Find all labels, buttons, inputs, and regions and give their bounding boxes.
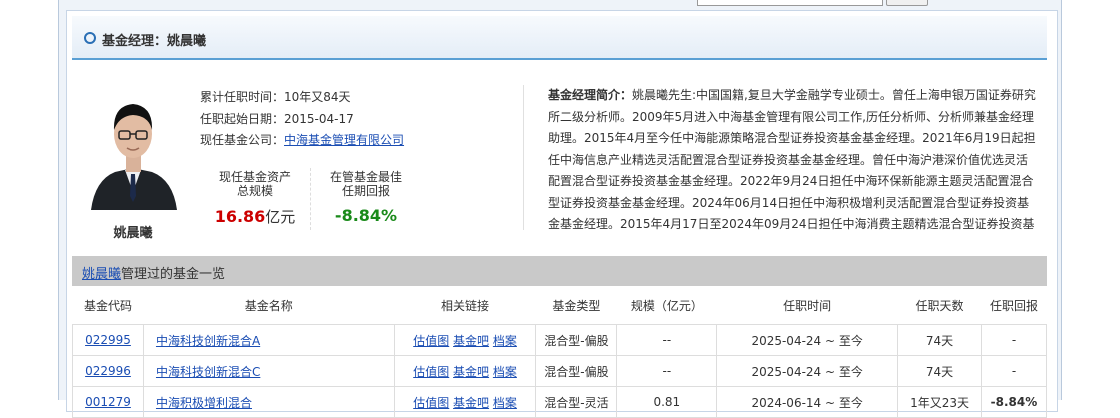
fund-profile-link[interactable]: 档案 [493, 334, 517, 348]
company-link[interactable]: 中海基金管理有限公司 [284, 133, 404, 147]
fund-return: -8.84% [980, 386, 1048, 418]
valuation-chart-link[interactable]: 估值图 [413, 334, 449, 348]
fund-profile-link[interactable]: 档案 [493, 396, 517, 410]
panel-header: 基金经理：姚晨曦 [72, 16, 1047, 60]
circle-bullet-icon [84, 32, 96, 44]
assets-stat: 现任基金资产 总规模 16.86亿元 [210, 170, 300, 227]
fund-return: - [980, 355, 1048, 387]
company-label: 现任基金公司： [200, 133, 285, 147]
col-header-days[interactable]: 任职天数 [897, 287, 982, 325]
valuation-chart-link[interactable]: 估值图 [413, 365, 449, 379]
assets-label-2: 总规模 [236, 184, 273, 198]
fund-type: 混合型-偏股 [535, 324, 618, 356]
best-label-1: 在管基金最佳 [329, 170, 402, 184]
fund-table: 基金代码 基金名称 相关链接 基金类型 规模（亿元） 任职时间 任职天数 任职回… [72, 287, 1048, 418]
manager-photo [89, 88, 178, 210]
fund-days: 74天 [897, 324, 982, 356]
table-header-row: 基金代码 基金名称 相关链接 基金类型 规模（亿元） 任职时间 任职天数 任职回… [72, 287, 1047, 325]
fund-days: 1年又23天 [897, 386, 982, 418]
best-label-2: 任期回报 [341, 184, 390, 198]
fund-days: 74天 [897, 355, 982, 387]
fund-code-link[interactable]: 022996 [85, 364, 131, 378]
fund-name-link[interactable]: 中海科技创新混合C [156, 365, 260, 379]
bio-label: 基金经理简介： [548, 88, 633, 102]
table-row: 022996 中海科技创新混合C 估值图 基金吧 档案 混合型-偏股 -- 20… [72, 355, 1048, 387]
fund-scale: -- [616, 355, 718, 387]
col-header-period[interactable]: 任职时间 [716, 287, 898, 325]
fund-period: 2025-04-24 ~ 至今 [716, 324, 899, 356]
fund-type: 混合型-偏股 [535, 355, 618, 387]
tenure-total: 累计任职时间：10年又84天 [200, 90, 351, 104]
best-return-stat: 在管基金最佳 任期回报 -8.84% [322, 170, 410, 225]
valuation-chart-link[interactable]: 估值图 [413, 396, 449, 410]
fund-name-link[interactable]: 中海积极增利混合 [156, 396, 252, 410]
col-header-code[interactable]: 基金代码 [72, 287, 144, 325]
bio-divider [523, 85, 524, 230]
top-search-button[interactable] [886, 0, 928, 6]
fund-type: 混合型-灵活 [535, 386, 618, 418]
manager-bio: 基金经理简介：姚晨曦先生:中国国籍,复旦大学金融学专业硕士。曾任上海申银万国证券… [548, 85, 1036, 235]
start-date: 任职起始日期：2015-04-17 [200, 112, 354, 126]
manager-name-link[interactable]: 姚晨曦 [82, 267, 121, 282]
col-header-type[interactable]: 基金类型 [535, 287, 617, 325]
page-title: 基金经理：姚晨曦 [102, 34, 207, 49]
best-return-value: -8.84% [334, 206, 398, 225]
fund-list-title: 姚晨曦管理过的基金一览 [82, 263, 225, 282]
col-header-links: 相关链接 [394, 287, 536, 325]
fund-period: 2024-06-14 ~ 至今 [716, 386, 899, 418]
fund-code-link[interactable]: 022995 [85, 333, 131, 347]
company-line: 现任基金公司：中海基金管理有限公司 [200, 131, 404, 148]
fund-name-link[interactable]: 中海科技创新混合A [156, 334, 260, 348]
fund-forum-link[interactable]: 基金吧 [453, 334, 489, 348]
assets-value-line: 16.86亿元 [210, 206, 300, 227]
table-row: 022995 中海科技创新混合A 估值图 基金吧 档案 混合型-偏股 -- 20… [72, 324, 1048, 356]
col-header-scale[interactable]: 规模（亿元） [616, 287, 717, 325]
fund-period: 2025-04-24 ~ 至今 [716, 355, 899, 387]
fund-scale: 0.81 [616, 386, 718, 418]
manager-name: 姚晨曦 [113, 226, 153, 241]
fund-list-title-suffix: 管理过的基金一览 [121, 267, 226, 282]
fund-forum-link[interactable]: 基金吧 [453, 396, 489, 410]
fund-list-bar: 姚晨曦管理过的基金一览 [72, 256, 1047, 286]
col-header-name[interactable]: 基金名称 [143, 287, 395, 325]
assets-value: 16.86 [214, 207, 266, 226]
stat-divider [310, 168, 311, 230]
fund-profile-link[interactable]: 档案 [493, 365, 517, 379]
fund-code-link[interactable]: 001279 [85, 395, 131, 409]
bio-text: 姚晨曦先生:中国国籍,复旦大学金融学专业硕士。曾任上海申银万国证券研究所二级分析… [548, 88, 1036, 231]
assets-unit: 亿元 [265, 208, 296, 226]
top-search-input[interactable] [697, 0, 883, 6]
col-header-return[interactable]: 任职回报 [981, 287, 1047, 325]
assets-label-1: 现任基金资产 [218, 170, 291, 184]
fund-scale: -- [616, 324, 718, 356]
fund-return: - [980, 324, 1048, 356]
table-row: 001279 中海积极增利混合 估值图 基金吧 档案 混合型-灵活 0.81 2… [72, 386, 1048, 418]
fund-forum-link[interactable]: 基金吧 [453, 365, 489, 379]
